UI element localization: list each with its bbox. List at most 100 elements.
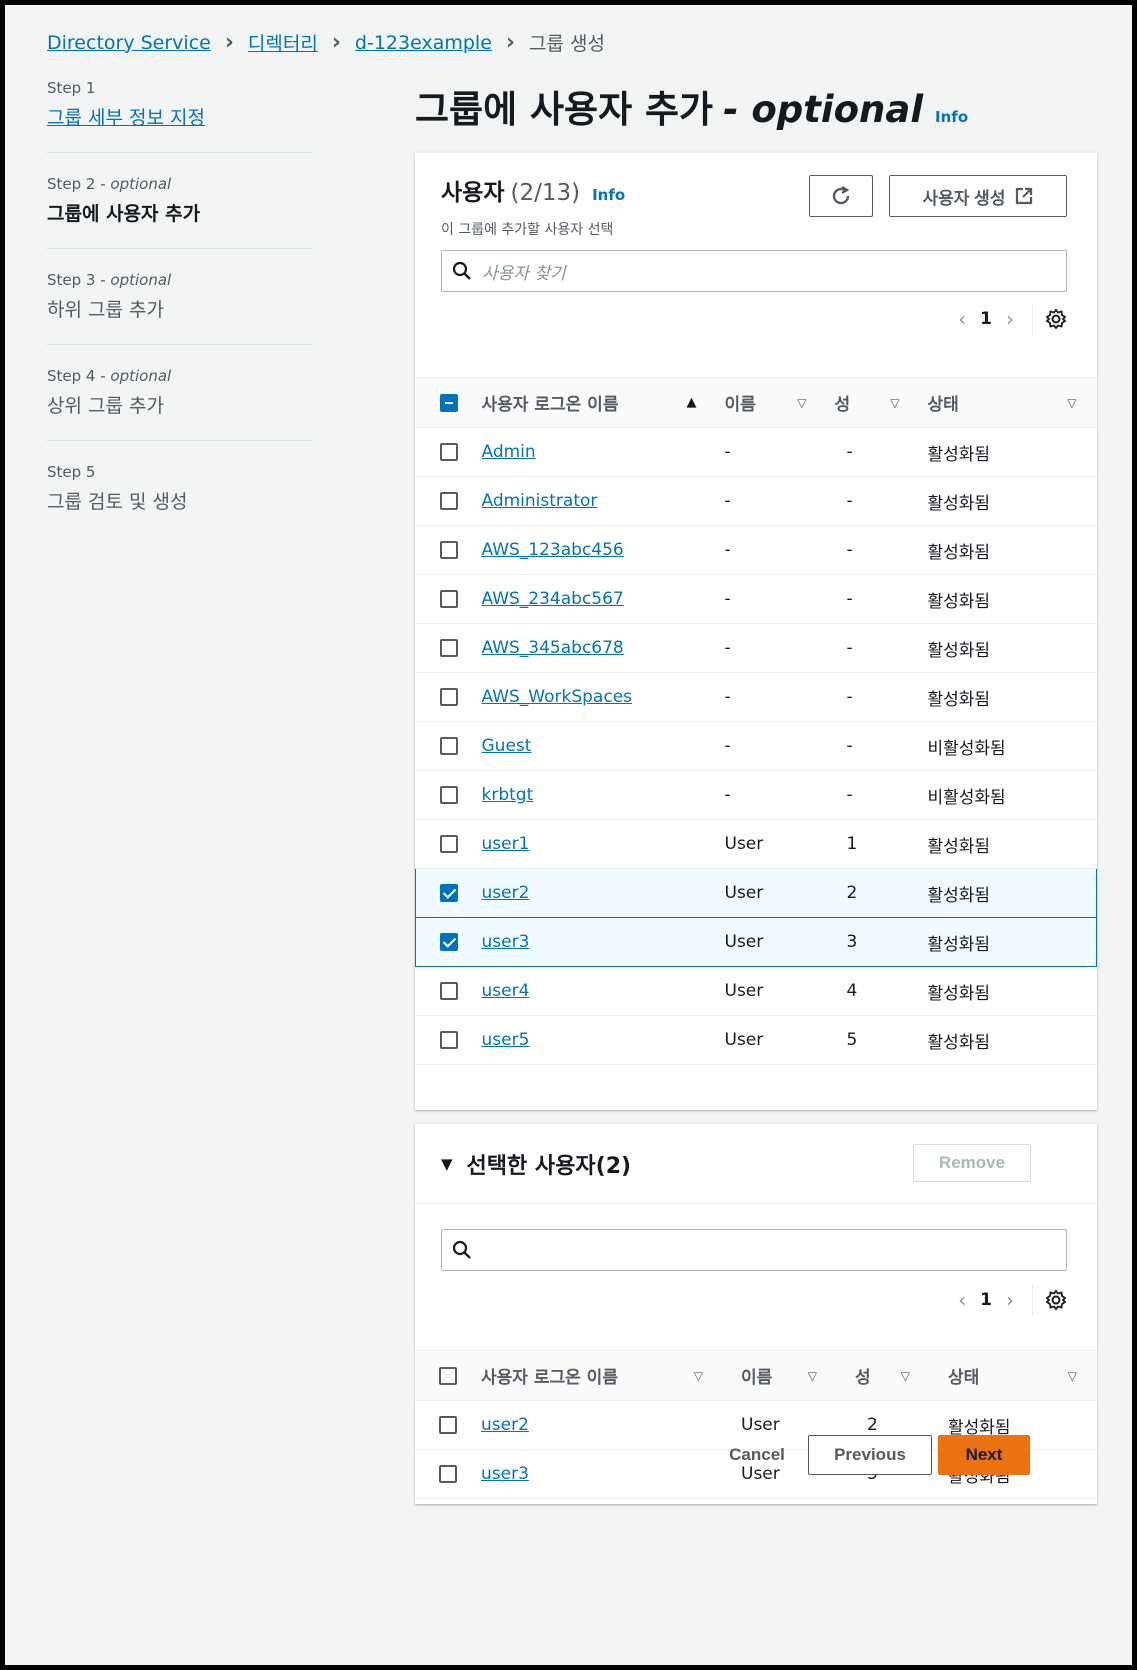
users-info-link[interactable]: Info [592,186,625,204]
prev-page-icon[interactable]: ‹ [958,1288,966,1312]
table-row[interactable]: user2 User 2 활성화됨 [415,868,1097,918]
user-login-link[interactable]: AWS_345abc678 [482,638,624,658]
row-checkbox[interactable] [439,786,458,804]
breadcrumb-directory-service[interactable]: Directory Service [47,32,211,54]
col-login[interactable]: 사용자 로그온 이름 ▲ [481,377,711,428]
col-name[interactable]: 이름 ▽ [717,1350,831,1401]
table-row[interactable]: user1 User 1 활성화됨 [415,819,1097,869]
row-checkbox[interactable] [439,1465,457,1483]
user-login-link[interactable]: user2 [482,883,530,903]
user-login-link[interactable]: krbtgt [482,785,534,805]
create-user-button[interactable]: 사용자 생성 [889,175,1067,217]
selected-search-input[interactable] [441,1229,1067,1271]
user-login-link[interactable]: user4 [482,981,530,1001]
users-panel-header: 사용자 (2/13) Info 이 그룹에 추가할 사용자 선택 사용자 생성 [415,153,1097,377]
breadcrumb-directory-id[interactable]: d-123example [355,32,492,54]
step-number: Step 2 - optional [47,175,172,193]
status-cell: 활성화됨 [913,819,1097,869]
user-login-link[interactable]: user1 [482,834,530,854]
row-checkbox[interactable] [440,933,458,951]
step-2: Step 2 - optional 그룹에 사용자 추가 [47,175,312,249]
row-checkbox[interactable] [439,639,458,657]
last-name-cell: 3 [820,917,914,967]
user-login-link[interactable]: AWS_234abc567 [482,589,624,609]
user-login-link[interactable]: user3 [482,932,530,952]
step-title-review: 그룹 검토 및 생성 [47,491,188,513]
prev-page-icon[interactable]: ‹ [958,307,966,331]
user-login-link[interactable]: Admin [482,442,536,462]
table-row[interactable]: krbtgt - - 비활성화됨 [415,770,1097,820]
user-login-link[interactable]: AWS_123abc456 [482,540,624,560]
next-page-icon[interactable]: › [1006,1288,1014,1312]
row-checkbox[interactable] [440,884,458,902]
last-name-cell: 4 [820,966,914,1016]
info-link[interactable]: Info [935,108,968,126]
gear-icon[interactable] [1045,308,1067,330]
col-status[interactable]: 상태 ▽ [924,1350,1097,1401]
select-all-checkbox[interactable] [439,393,458,412]
user-login-link[interactable]: user3 [481,1464,529,1484]
row-checkbox[interactable] [439,737,458,755]
refresh-button[interactable] [809,175,873,217]
row-checkbox[interactable] [439,443,458,461]
row-checkbox[interactable] [439,982,458,1000]
user-login-link[interactable]: Administrator [482,491,598,511]
row-checkbox[interactable] [439,1031,458,1049]
col-last[interactable]: 성 ▽ [820,377,914,428]
row-checkbox[interactable] [439,688,458,706]
next-page-icon[interactable]: › [1006,307,1014,331]
breadcrumb-directory[interactable]: 디렉터리 [248,29,318,56]
chevron-right-icon: › [331,30,341,55]
name-cell: User [710,966,821,1016]
cancel-button[interactable]: Cancel [717,1435,797,1475]
row-checkbox[interactable] [439,590,458,608]
status-cell: 활성화됨 [913,623,1097,673]
page-number[interactable]: 1 [980,309,992,329]
step-title-add-subgroups: 하위 그룹 추가 [47,299,164,321]
step-link-group-details[interactable]: 그룹 세부 정보 지정 [47,107,205,129]
user-login-link[interactable]: Guest [482,736,532,756]
sort-asc-icon: ▲ [686,395,697,410]
table-row[interactable]: user3 User3활성화됨 [415,917,1097,967]
table-row[interactable]: AWS_123abc456- - 활성화됨 [415,525,1097,575]
page-title-text: 그룹에 사용자 추가 [415,88,714,131]
breadcrumb-current: 그룹 생성 [528,33,605,55]
col-last[interactable]: 성 ▽ [831,1350,924,1401]
table-row[interactable]: AWS_234abc567- - 활성화됨 [415,574,1097,624]
page-number[interactable]: 1 [980,1290,992,1310]
login-cell: user1 [481,819,711,869]
table-row[interactable]: Admin - - 활성화됨 [415,427,1097,477]
last-name-cell: - [820,770,914,820]
gear-icon[interactable] [1045,1289,1067,1311]
row-checkbox[interactable] [439,541,458,559]
table-row[interactable]: AWS_345abc678- - 활성화됨 [415,623,1097,673]
row-checkbox[interactable] [439,492,458,510]
last-name-cell: - [820,672,914,722]
selected-panel-toggle[interactable]: ▼ 선택한 사용자(2) [441,1148,631,1180]
col-name[interactable]: 이름 ▽ [710,377,821,428]
next-button[interactable]: Next [938,1435,1030,1475]
previous-button[interactable]: Previous [808,1435,932,1475]
select-all-checkbox[interactable] [439,1366,457,1385]
remove-button[interactable]: Remove [913,1144,1031,1182]
col-login[interactable]: 사용자 로그온 이름 ▽ [481,1350,717,1401]
user-login-link[interactable]: AWS_WorkSpaces [482,687,633,707]
step-title-add-parent-groups: 상위 그룹 추가 [47,395,164,417]
user-search-input[interactable]: 사용자 찾기 [441,250,1067,292]
table-row[interactable]: Administrator - - 활성화됨 [415,476,1097,526]
user-login-link[interactable]: user2 [481,1415,529,1435]
login-cell: Administrator [481,476,711,526]
table-row[interactable]: AWS_WorkSpaces - - 활성화됨 [415,672,1097,722]
row-select-cell [415,427,482,477]
table-row[interactable]: Guest - - 비활성화됨 [415,721,1097,771]
user-login-link[interactable]: user5 [482,1030,530,1050]
table-row[interactable]: user5 User 5 활성화됨 [415,1015,1097,1065]
table-row[interactable]: user4 User 4 활성화됨 [415,966,1097,1016]
pagination: ‹ 1 › [944,303,1067,335]
users-panel: 사용자 (2/13) Info 이 그룹에 추가할 사용자 선택 사용자 생성 [415,152,1097,1110]
row-checkbox[interactable] [439,835,458,853]
pager-divider [1032,1284,1033,1316]
col-status[interactable]: 상태 ▽ [913,377,1097,428]
row-checkbox[interactable] [439,1416,457,1434]
status-cell: 비활성화됨 [913,721,1097,771]
